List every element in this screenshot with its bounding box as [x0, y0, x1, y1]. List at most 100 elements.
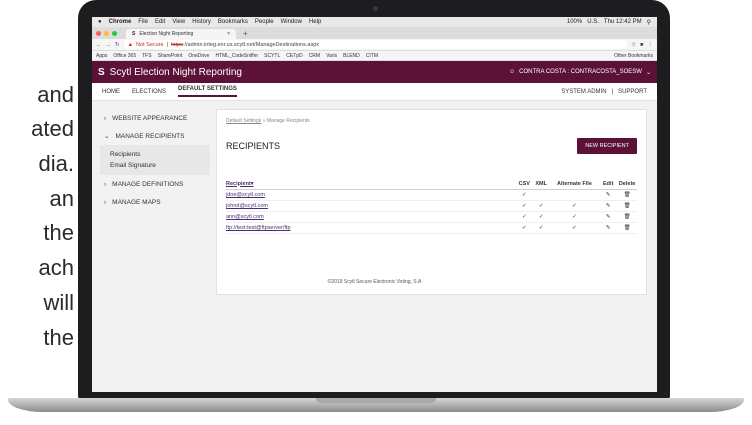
- delete-icon[interactable]: 🗑: [617, 192, 637, 198]
- recipient-link[interactable]: ftp://test:test@ftpserver/ftp: [226, 225, 291, 231]
- bookmark-cetpd[interactable]: CETpD: [286, 53, 302, 59]
- menu-history[interactable]: History: [192, 19, 211, 25]
- clock[interactable]: Thu 12:42 PM: [604, 19, 642, 26]
- scytl-logo-icon: S: [98, 66, 105, 78]
- delete-icon[interactable]: 🗑: [617, 225, 637, 231]
- back-icon[interactable]: ←: [96, 42, 102, 48]
- nav-home[interactable]: HOME: [102, 89, 120, 95]
- sidebar-item-label: MANAGE MAPS: [112, 198, 161, 206]
- mac-menubar: ● Chrome File Edit View History Bookmark…: [92, 17, 657, 27]
- xml-check: ✓: [538, 225, 544, 231]
- edit-icon[interactable]: ✎: [599, 203, 617, 209]
- csv-check: ✓: [522, 192, 527, 198]
- page-title: RECIPIENTS: [226, 141, 281, 151]
- laptop-notch: [316, 398, 436, 403]
- user-menu[interactable]: ☺ CONTRA COSTA : CONTRACOSTA_SOESW ⌄: [509, 69, 651, 76]
- tab-title: Election Night Reporting: [139, 31, 194, 37]
- browser-tabstrip: S Election Night Reporting × +: [92, 27, 657, 39]
- edit-icon[interactable]: ✎: [599, 225, 617, 231]
- app-header: S Scytl Election Night Reporting ☺ CONTR…: [92, 61, 657, 83]
- edit-icon[interactable]: ✎: [599, 192, 617, 198]
- sidebar-item-label: MANAGE RECIPIENTS: [115, 132, 185, 140]
- forward-icon[interactable]: →: [106, 42, 112, 48]
- input-source[interactable]: U.S.: [587, 19, 599, 26]
- reload-icon[interactable]: ↻: [115, 42, 120, 48]
- bookmark-citm[interactable]: CITM: [366, 53, 378, 59]
- breadcrumb-default-settings[interactable]: Default Settings: [226, 118, 261, 124]
- app-title: Scytl Election Night Reporting: [109, 66, 242, 78]
- recipients-panel: Default Settings » Manage Recipients REC…: [216, 109, 647, 295]
- menu-people[interactable]: People: [255, 19, 274, 25]
- not-secure-label[interactable]: Not Secure: [136, 42, 164, 48]
- nav-support[interactable]: SUPPORT: [618, 89, 647, 95]
- menu-chrome[interactable]: Chrome: [109, 19, 132, 25]
- menubar-status: 100% U.S. Thu 12:42 PM ⚲: [567, 19, 651, 26]
- bookmark-office365[interactable]: Office 365: [113, 53, 136, 59]
- minimize-window-button[interactable]: [104, 30, 109, 36]
- new-recipient-button[interactable]: NEW RECIPIENT: [577, 138, 637, 154]
- bookmark-crm[interactable]: CRM: [309, 53, 320, 59]
- delete-icon[interactable]: 🗑: [617, 203, 637, 209]
- menu-file[interactable]: File: [138, 19, 148, 25]
- table-row: jdoe@scytl.com ✓ ✎ 🗑: [226, 190, 637, 201]
- alternate-file-check: ✓: [572, 225, 577, 231]
- alternate-file-check: ✓: [572, 203, 577, 209]
- menu-view[interactable]: View: [172, 19, 185, 25]
- bookmark-blend[interactable]: BLEND: [343, 53, 360, 59]
- bookmark-varis[interactable]: Varis: [326, 53, 337, 59]
- delete-icon[interactable]: 🗑: [617, 214, 637, 220]
- sidebar-sub-email-signature[interactable]: Email Signature: [110, 160, 200, 171]
- nav-system-admin[interactable]: SYSTEM ADMIN: [561, 89, 606, 95]
- bookmark-scytl[interactable]: SCYTL: [264, 53, 280, 59]
- table-header: Recipient▾ CSV XML Alternate File Edit D…: [226, 178, 637, 190]
- menu-edit[interactable]: Edit: [155, 19, 165, 25]
- sidebar-sub-recipients[interactable]: Recipients: [110, 149, 200, 160]
- sidebar-item-manage-maps[interactable]: › MANAGE MAPS: [100, 193, 210, 211]
- nav-divider: |: [611, 88, 614, 95]
- menu-help[interactable]: Help: [309, 19, 321, 25]
- breadcrumb-separator: »: [262, 118, 266, 124]
- recipient-link[interactable]: ann@scytl.com: [226, 214, 264, 220]
- edit-icon[interactable]: ✎: [599, 214, 617, 220]
- zoom-window-button[interactable]: [112, 30, 117, 36]
- search-icon[interactable]: ⚲: [647, 19, 651, 26]
- extensions-icon[interactable]: ■: [640, 42, 643, 48]
- browser-tab[interactable]: S Election Night Reporting ×: [126, 29, 236, 39]
- slide-text-line: an: [49, 186, 74, 211]
- close-window-button[interactable]: [96, 30, 101, 36]
- nav-default-settings[interactable]: DEFAULT SETTINGS: [178, 86, 237, 97]
- xml-check: ✓: [538, 203, 544, 209]
- chevron-down-icon: ⌄: [645, 69, 651, 76]
- bookmark-onedrive[interactable]: OneDrive: [188, 53, 209, 59]
- column-xml: XML: [535, 180, 548, 187]
- column-delete: Delete: [618, 180, 636, 187]
- close-tab-icon[interactable]: ×: [227, 31, 230, 37]
- column-edit: Edit: [603, 180, 614, 187]
- recipient-link[interactable]: jdoe@scytl.com: [226, 192, 265, 198]
- menu-icon[interactable]: ⋮: [648, 42, 654, 48]
- menu-window[interactable]: Window: [281, 19, 302, 25]
- csv-check: ✓: [522, 214, 527, 220]
- star-icon[interactable]: ☆: [631, 42, 636, 48]
- nav-elections[interactable]: ELECTIONS: [132, 89, 166, 95]
- recipient-link[interactable]: johnd@scytl.com: [226, 203, 268, 209]
- slide-text-line: and: [37, 82, 74, 107]
- bookmark-sharepoint[interactable]: SharePoint: [158, 53, 183, 59]
- table-row: ftp://test:test@ftpserver/ftp ✓ ✓ ✓ ✎ 🗑: [226, 223, 637, 234]
- apple-icon[interactable]: ●: [98, 19, 102, 25]
- slide-text-line: the: [43, 220, 74, 245]
- slide-text-line: dia.: [38, 151, 74, 176]
- bookmark-html-codesniffer[interactable]: HTML_CodeSniffer: [215, 53, 258, 59]
- alternate-file-check: ✓: [572, 214, 577, 220]
- new-tab-button[interactable]: +: [239, 29, 252, 39]
- other-bookmarks[interactable]: Other Bookmarks: [614, 53, 653, 59]
- column-recipient[interactable]: Recipient▾: [226, 181, 516, 187]
- sidebar-item-manage-definitions[interactable]: › MANAGE DEFINITIONS: [100, 175, 210, 193]
- slide-text-line: the: [43, 325, 74, 350]
- sidebar-item-manage-recipients[interactable]: ⌄ MANAGE RECIPIENTS: [100, 127, 210, 145]
- bookmark-tfs[interactable]: TFS: [142, 53, 151, 59]
- menu-bookmarks[interactable]: Bookmarks: [218, 19, 248, 25]
- url-field[interactable]: ▲ Not Secure | https://admin.integ.enr.u…: [123, 40, 628, 49]
- bookmark-apps[interactable]: Apps: [96, 53, 107, 59]
- sidebar-item-website-appearance[interactable]: › WEBSITE APPEARANCE: [100, 109, 210, 127]
